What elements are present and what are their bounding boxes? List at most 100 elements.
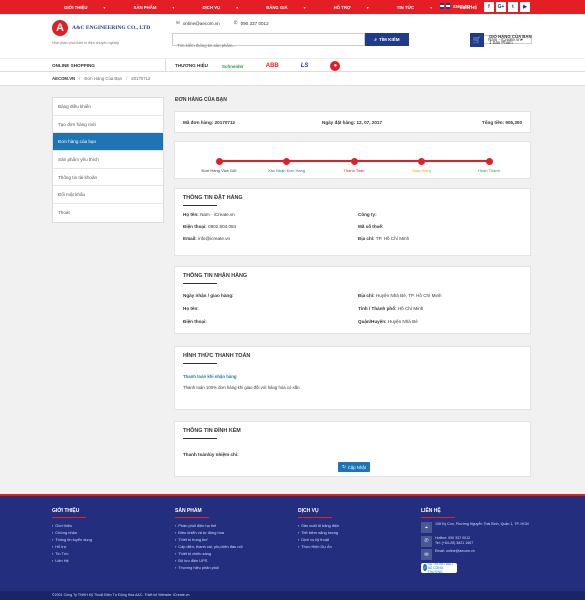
field-label: Ngày nhận / giao hàng: (183, 293, 234, 298)
site-footer: GIỚI THIỆU › Giới thiệu › Chứng nhận › Thông … (0, 494, 585, 591)
footer-link[interactable]: › Tiết kiệm năng lượng (298, 529, 339, 536)
progress-step-dot (283, 157, 290, 165)
footer-link[interactable]: › Dịch vụ kỹ thuật (298, 536, 339, 543)
footer-link[interactable]: › Thương hiệu phân phối (175, 564, 243, 571)
footer-link-label: Giới thiệu (55, 523, 73, 528)
logo-text: A&C ENGINEERING CO., LTD (72, 25, 151, 31)
language-switch[interactable]: ENGLISH (440, 3, 472, 9)
search-input[interactable] (173, 40, 364, 51)
slogan: Nhà phân phối thiết bị điện chuyên nghiệ… (52, 41, 120, 45)
breadcrumb-home[interactable]: AECOM.VN (52, 76, 75, 81)
chevron-down-icon: ▾ (103, 4, 106, 10)
nav-item-about[interactable]: GIỚI THIỆU ▾ (64, 5, 120, 10)
cart-widget[interactable]: 🛒 GIỎ HÀNG CỦA BẠN 1 Sản Phẩm (470, 33, 532, 47)
sidebar-item-logout[interactable]: Thoát (53, 204, 163, 222)
footer-link[interactable]: › Sản xuất tủ bảng điện (298, 522, 339, 529)
nav-item-support[interactable]: HỖ TRỢ ▾ (334, 5, 383, 10)
footer-link[interactable]: › Thực Hiện Dự Án (298, 543, 339, 550)
footer-link[interactable]: › Điều khiển và tự động hóa (175, 529, 243, 536)
footer-contact: LIÊN HỆ ⌖ 108 Ký Con, Phường Nguyễn Thái … (421, 508, 529, 574)
address-text: 108 Ký Con, Phường Nguyễn Thái Bình, Quậ… (435, 522, 529, 526)
sidebar-item-your-orders[interactable]: Đơn hàng của bạn (53, 133, 163, 152)
footer-heading: LIÊN HỆ (421, 508, 441, 514)
nav-item-pricing[interactable]: BẢNG GIÁ ▾ (266, 5, 320, 10)
footer-link[interactable]: › Thông tin tuyển dụng (52, 536, 92, 543)
footer-link[interactable]: › Thiết bị trung thế (175, 536, 243, 543)
chevron-down-icon: ▾ (172, 4, 175, 10)
footer-link[interactable]: › Chứng nhận (52, 529, 92, 536)
order-code-label: Mã đơn hàng: (183, 119, 214, 125)
footer-link-label: Tiết kiệm năng lượng (301, 530, 339, 535)
sidebar-item-change-password[interactable]: Đổi mật khẩu (53, 186, 163, 205)
breadcrumb-separator: / (79, 76, 81, 81)
chevron-right-icon: › (175, 537, 177, 542)
site-logo[interactable]: A&C ENGINEERING CO., LTD (52, 20, 150, 36)
footer-link[interactable]: › Liên Hệ (52, 557, 92, 564)
title-underline (183, 205, 217, 206)
hotline-text[interactable]: Hotline: 090 337 0012 (435, 536, 470, 540)
youtube-icon[interactable]: ▶ (520, 2, 530, 12)
search-button[interactable]: ⌕ TÌM KIẾM (365, 33, 409, 46)
tel-text[interactable]: Tel: (+84-28) 3821 1667 (435, 541, 473, 545)
payment-title: HÌNH THỨC THANH TOÁN (183, 353, 251, 359)
sidebar-item-account-info[interactable]: Thông tin tài khoản (53, 169, 163, 187)
header-phone[interactable]: ✆ 090 337 0012 (234, 20, 269, 26)
email-text[interactable]: Email: online@aecom.vn (435, 549, 475, 554)
receiver-province: Tỉnh / Thành phố: Hồ Chí Minh (358, 306, 423, 311)
phone-icon: ✆ (233, 20, 238, 25)
brand-schneider-logo[interactable]: Schneider (222, 64, 244, 69)
email-text: online@aecom.vn (182, 20, 220, 26)
footer-link-label: Thiết bị trung thế (178, 537, 208, 542)
nav-item-news[interactable]: TIN TỨC ▾ (397, 5, 446, 10)
nav-label: TIN TỨC (396, 4, 415, 10)
phone-text: 090 337 0012 (240, 20, 269, 26)
ministry-badge[interactable]: ✓ ĐÃ THÔNG BÁO BỘ CÔNG THƯƠNG (421, 562, 457, 574)
receiver-phone: Điện thoại: (183, 319, 207, 324)
footer-link[interactable]: › Thiết bị chiếu sáng (175, 550, 243, 557)
footer-underline (298, 517, 332, 518)
nav-item-services[interactable]: DỊCH VỤ ▾ (202, 5, 252, 10)
brand-mitsubishi-logo[interactable]: ● (330, 61, 341, 71)
footer-link-label: Thực Hiện Dự Án (301, 544, 332, 549)
twitter-icon[interactable]: t (508, 2, 518, 12)
location-icon: ⌖ (421, 522, 432, 533)
brand-ls-logo[interactable]: LS (301, 63, 309, 69)
sidebar-item-favorites[interactable]: Sản phẩm yêu thích (53, 151, 163, 169)
header-email[interactable]: ✉ online@aecom.vn (176, 20, 220, 26)
nav-item-products[interactable]: SẢN PHẨM ▾ (134, 5, 189, 10)
field-value: Huyện Nhà Bè, TP. Hồ Chí Minh (375, 293, 442, 298)
footer-link-label: Điều khiển và tự động hóa (178, 530, 224, 535)
footer-link[interactable]: › Phân phối điện hạ thế (175, 522, 243, 529)
chevron-right-icon: › (52, 558, 54, 563)
breadcrumb-orders[interactable]: Đơn Hàng Của Bạn (84, 76, 122, 81)
chevron-right-icon: › (298, 537, 300, 542)
footer-link[interactable]: › Hỗ trợ (52, 543, 92, 550)
order-total-value: 905,300 (505, 119, 522, 125)
field-value: 0902.804.084 (208, 224, 237, 229)
footer-about: GIỚI THIỆU › Giới thiệu › Chứng nhận › Thông … (52, 508, 92, 564)
field-label: Email: (183, 236, 197, 241)
google-plus-icon[interactable]: G+ (496, 2, 506, 12)
nav-label: HỖ TRỢ (333, 4, 351, 10)
sidebar-item-new-order[interactable]: Tạo đơn hàng mới (53, 116, 163, 134)
chevron-right-icon: › (298, 544, 300, 549)
top-nav: GIỚI THIỆU ▾ SẢN PHẨM ▾ DỊCH VỤ ▾ BẢNG GIÁ ▾… (64, 0, 505, 14)
brand-abb-logo[interactable]: ABB (266, 63, 279, 69)
update-button[interactable]: ↻ Cập Nhật (338, 462, 370, 472)
sidebar-item-dashboard[interactable]: Bảng điều khiển (53, 98, 163, 116)
language-label: ENGLISH (453, 3, 473, 9)
progress-step-dot (350, 157, 358, 165)
footer-link[interactable]: › Giới thiệu (52, 522, 92, 529)
footer-link[interactable]: › Tin Tức (52, 550, 92, 557)
order-date-label: Ngày đặt hàng: (322, 119, 356, 125)
footer-phones: ✆ Hotline: 090 337 0012 Tel: (+84-28) 3821… (421, 535, 529, 547)
footer-link[interactable]: › Cáp điện, thanh cái, phụ kiện đầu nối (175, 543, 243, 550)
order-total-label: Tổng tiền: (481, 119, 505, 125)
footer-link[interactable]: › Bộ lưu điện UPS (175, 557, 243, 564)
facebook-icon[interactable]: f (484, 2, 494, 12)
attachment-card: THÔNG TIN ĐÍNH KÈM Thanh toán/ủy nhiệm c… (174, 421, 531, 477)
online-shopping-label[interactable]: ONLINE SHOPPING (52, 63, 95, 68)
phone-icon: ✆ (421, 535, 432, 547)
order-date: Ngày đặt hàng: 12, 07, 2017 (322, 120, 382, 125)
buyer-address: Địa chỉ: TP. Hồ Chí Minh (358, 236, 409, 241)
